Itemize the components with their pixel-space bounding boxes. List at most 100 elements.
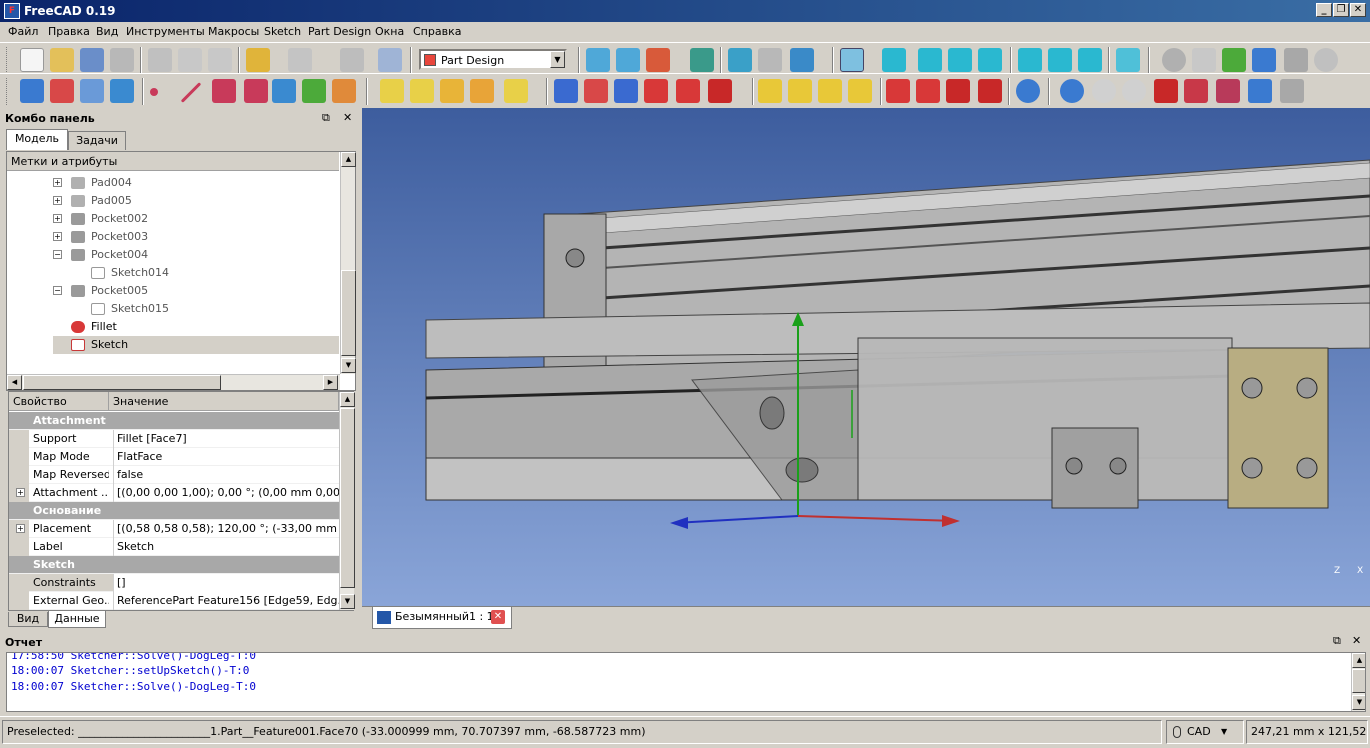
scroll-left-icon[interactable]: ◀	[7, 375, 22, 390]
restore-button[interactable]: ❐	[1333, 3, 1349, 17]
fit-selection-icon[interactable]	[616, 48, 640, 72]
property-row-selected[interactable]: Constraints []	[9, 574, 339, 592]
report-log[interactable]: 17:58:50 Sketcher::Solve()-DogLeg-T:0 18…	[6, 652, 1366, 712]
subtractive-primitive-icon[interactable]	[708, 79, 732, 103]
view-left-icon[interactable]	[1078, 48, 1102, 72]
section-icon[interactable]	[1154, 79, 1178, 103]
shape-binder-2-icon[interactable]	[272, 79, 296, 103]
scroll-thumb[interactable]	[23, 375, 221, 390]
tree-item[interactable]: Fillet	[53, 318, 333, 336]
additive-pipe-icon[interactable]	[470, 79, 494, 103]
scroll-down-icon[interactable]: ▼	[340, 594, 355, 609]
property-value[interactable]: false	[113, 466, 339, 484]
bounding-box-icon[interactable]	[690, 48, 714, 72]
property-value[interactable]: FlatFace	[113, 448, 339, 466]
thickness-icon[interactable]	[978, 79, 1002, 103]
property-row[interactable]: Support Fillet [Face7]	[9, 430, 339, 448]
menu-edit[interactable]: Правка	[48, 25, 90, 38]
toolbar-grip[interactable]	[6, 47, 10, 74]
clone-2-icon[interactable]	[332, 79, 356, 103]
print-icon[interactable]	[110, 48, 134, 72]
pocket-icon[interactable]	[554, 79, 578, 103]
property-row[interactable]: + Attachment ... [(0,00 0,00 1,00); 0,00…	[9, 484, 339, 502]
property-row[interactable]: Map Reversed false	[9, 466, 339, 484]
close-button[interactable]: ✕	[1350, 3, 1366, 17]
cross-sections-icon[interactable]	[1184, 79, 1208, 103]
tree-vertical-scrollbar[interactable]: ▲ ▼	[340, 152, 356, 374]
property-value[interactable]: [(0,00 0,00 1,00); 0,00 °; (0,00 mm 0,00…	[113, 484, 339, 502]
draw-style-icon[interactable]	[646, 48, 670, 72]
chevron-down-icon[interactable]: ▼	[550, 51, 565, 68]
float-panel-icon[interactable]: ⧉	[322, 111, 330, 125]
scroll-down-icon[interactable]: ▼	[1352, 695, 1365, 710]
connect-icon[interactable]	[1248, 79, 1272, 103]
body-icon[interactable]	[1222, 48, 1246, 72]
expand-icon[interactable]: +	[53, 232, 62, 241]
view-top-icon[interactable]	[948, 48, 972, 72]
hole-icon[interactable]	[584, 79, 608, 103]
diamond-icon[interactable]	[1192, 48, 1216, 72]
tree-item[interactable]: Sketch015	[53, 300, 333, 318]
datum-point-icon[interactable]	[150, 88, 158, 96]
view-right-icon[interactable]	[978, 48, 1002, 72]
refresh-icon[interactable]	[340, 48, 364, 72]
view-bottom-icon[interactable]	[1048, 48, 1072, 72]
navigation-style-selector[interactable]: CAD ▼	[1166, 720, 1244, 744]
validate-sketch-icon[interactable]	[80, 79, 104, 103]
menu-windows[interactable]: Окна	[375, 25, 404, 38]
forward-arrow-icon[interactable]	[758, 48, 782, 72]
3d-model-render[interactable]	[362, 108, 1370, 606]
zoom-icon[interactable]	[840, 48, 864, 72]
menu-file[interactable]: Файл	[8, 25, 38, 38]
close-tab-icon[interactable]: ✕	[491, 610, 505, 624]
menu-view[interactable]: Вид	[96, 25, 118, 38]
menu-help[interactable]: Справка	[413, 25, 461, 38]
expand-icon[interactable]: +	[16, 488, 25, 497]
compound-icon[interactable]	[1280, 79, 1304, 103]
expand-icon[interactable]: +	[53, 178, 62, 187]
tab-tasks[interactable]: Задачи	[68, 131, 126, 150]
tree-header[interactable]: Метки и атрибуты	[7, 152, 339, 171]
additive-loft-icon[interactable]	[440, 79, 464, 103]
common-icon[interactable]	[1122, 79, 1146, 103]
scroll-thumb[interactable]	[1352, 669, 1365, 693]
local-cs-icon[interactable]	[244, 79, 268, 103]
draft-icon[interactable]	[946, 79, 970, 103]
shape-binder-icon[interactable]	[1252, 48, 1276, 72]
scroll-thumb[interactable]	[341, 270, 356, 356]
part-sphere-icon[interactable]	[1162, 48, 1186, 72]
close-panel-icon[interactable]: ✕	[1352, 634, 1361, 647]
collapse-icon[interactable]: −	[53, 250, 62, 259]
view-rear-icon[interactable]	[1018, 48, 1042, 72]
tree-item[interactable]: + Pad005	[53, 192, 333, 210]
tree-item[interactable]: + Pocket002	[53, 210, 333, 228]
sync-view-icon[interactable]	[790, 48, 814, 72]
view-front-icon[interactable]	[918, 48, 942, 72]
fillet-icon[interactable]	[886, 79, 910, 103]
close-panel-icon[interactable]: ✕	[343, 111, 352, 124]
tree-item[interactable]: Sketch014	[53, 264, 333, 282]
value-column-header[interactable]: Значение	[109, 392, 339, 411]
pad-icon[interactable]	[380, 79, 404, 103]
menu-part-design[interactable]: Part Design	[308, 25, 371, 38]
open-icon[interactable]	[50, 48, 74, 72]
mirror-part-icon[interactable]	[1216, 79, 1240, 103]
property-value[interactable]: ReferencePart Feature156 [Edge59, Edg...	[113, 592, 339, 610]
tree-item[interactable]: + Pad004	[53, 174, 333, 192]
create-body-icon[interactable]	[20, 79, 44, 103]
additive-primitive-icon[interactable]	[504, 79, 528, 103]
collapse-icon[interactable]: −	[53, 286, 62, 295]
workbench-selector[interactable]: Part Design ▼	[419, 49, 567, 70]
property-row[interactable]: External Geo... ReferencePart Feature156…	[9, 592, 339, 610]
property-row[interactable]: + Placement [(0,58 0,58 0,58); 120,00 °;…	[9, 520, 339, 538]
undo-icon[interactable]	[246, 48, 270, 72]
document-tab[interactable]: Безымянный1 : 1* ✕	[372, 607, 512, 629]
3d-view[interactable]: Z X	[362, 108, 1370, 606]
property-value[interactable]: []	[113, 574, 339, 592]
save-icon[interactable]	[80, 48, 104, 72]
expand-icon[interactable]: +	[16, 524, 25, 533]
menu-macros[interactable]: Макросы	[208, 25, 259, 38]
scroll-up-icon[interactable]: ▲	[341, 152, 356, 167]
datum-line-icon[interactable]	[180, 82, 202, 103]
property-group[interactable]: Attachment	[9, 412, 339, 430]
